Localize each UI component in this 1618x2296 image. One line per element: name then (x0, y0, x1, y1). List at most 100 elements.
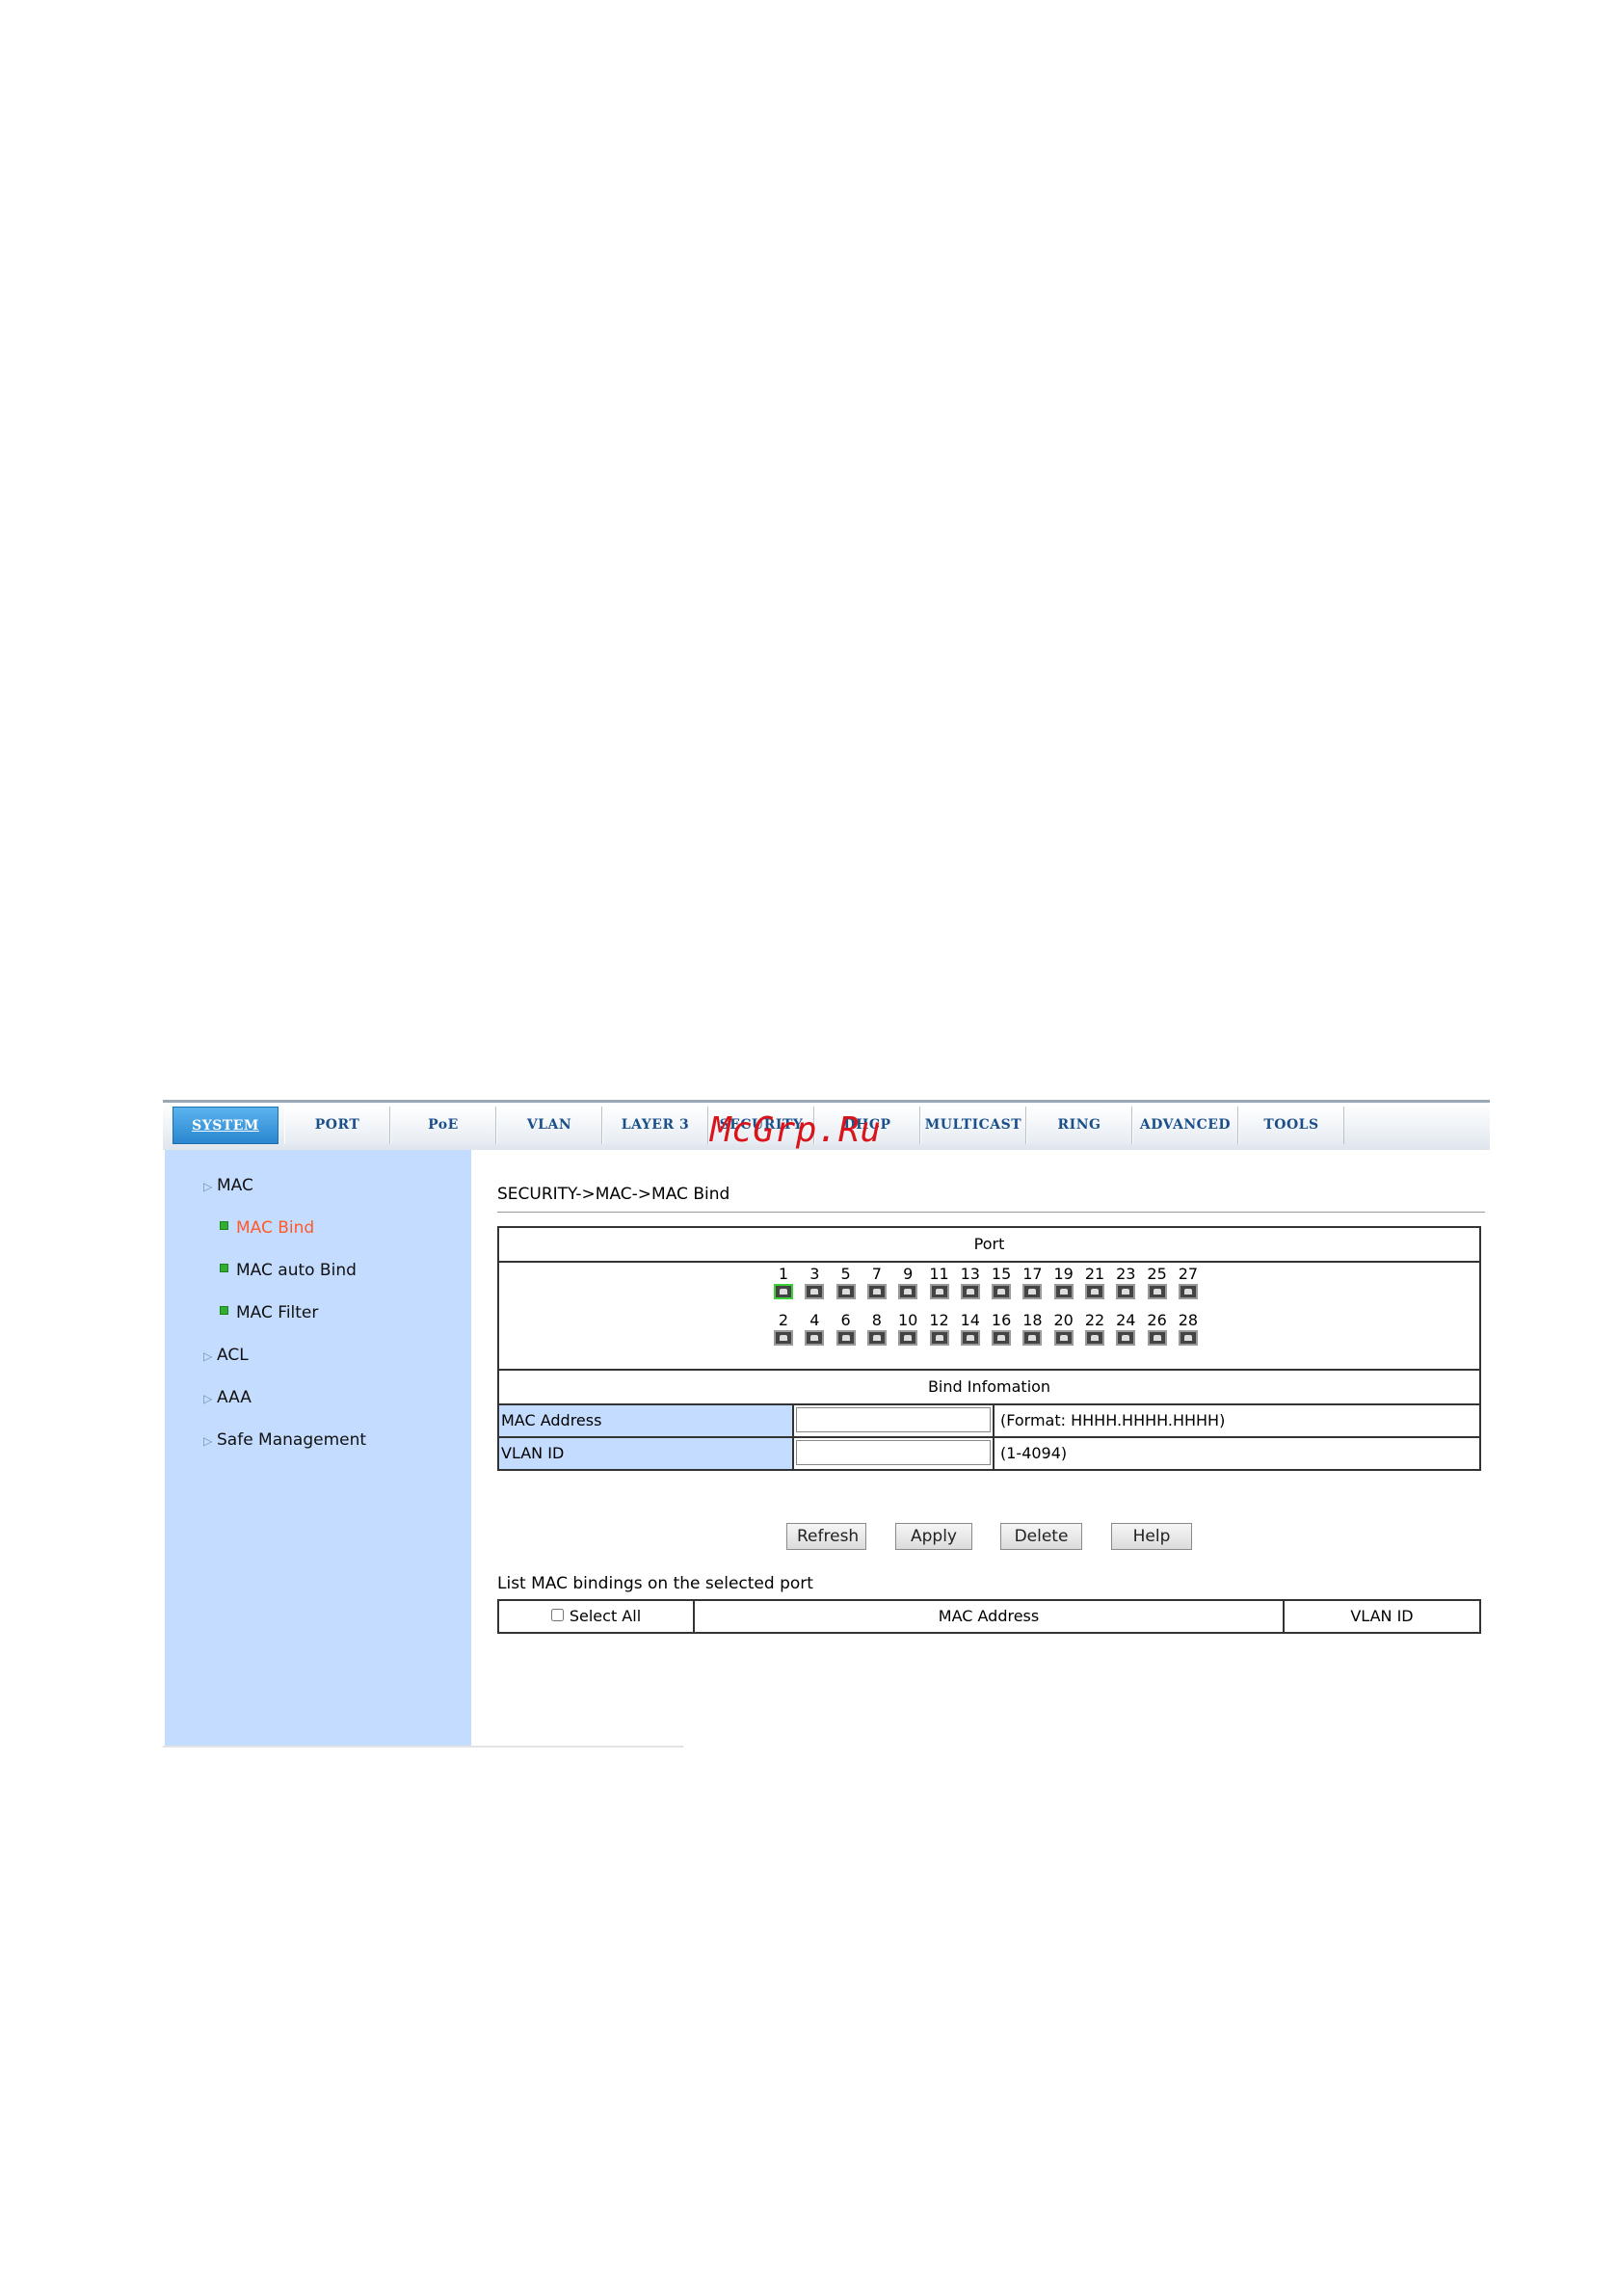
tab-multicast[interactable]: MULTICAST (920, 1107, 1026, 1144)
chevron-right-icon: ▷ (203, 1434, 213, 1448)
port-20[interactable]: 20 (1051, 1311, 1076, 1346)
ethernet-port-icon (1178, 1284, 1198, 1299)
port-1[interactable]: 1 (771, 1265, 796, 1299)
ethernet-port-icon (1022, 1330, 1043, 1346)
ethernet-port-icon (1053, 1330, 1074, 1346)
bindings-list-caption: List MAC bindings on the selected port (497, 1574, 813, 1593)
port-panel: Port 1 3 5 7 9 11 13 15 17 19 21 23 25 27 2 4 6 8 10 12 14 1… (497, 1226, 1481, 1369)
tab-poe[interactable]: PoE (390, 1107, 496, 1144)
sidebar-item-mac-auto-bind[interactable]: MAC auto Bind (220, 1261, 357, 1280)
ethernet-port-icon (1178, 1330, 1198, 1346)
port-16[interactable]: 16 (989, 1311, 1014, 1346)
port-19[interactable]: 19 (1051, 1265, 1076, 1299)
refresh-button[interactable]: Refresh (786, 1523, 866, 1550)
ethernet-port-icon (1116, 1284, 1136, 1299)
sidebar-item-mac-bind[interactable]: MAC Bind (220, 1218, 314, 1238)
port-number: 21 (1084, 1265, 1105, 1283)
port-number: 20 (1053, 1311, 1074, 1329)
sidebar-item-safe-management[interactable]: ▷ Safe Management (203, 1430, 366, 1450)
sidebar-item-acl[interactable]: ▷ ACL (203, 1346, 249, 1365)
watermark: McGrp.Ru (710, 1110, 882, 1150)
tab-advanced[interactable]: ADVANCED (1132, 1107, 1238, 1144)
select-all-checkbox[interactable] (550, 1609, 564, 1621)
port-13[interactable]: 13 (958, 1265, 983, 1299)
tab-system[interactable]: SYSTEM (172, 1107, 279, 1144)
port-28[interactable]: 28 (1176, 1311, 1201, 1346)
port-11[interactable]: 11 (927, 1265, 952, 1299)
sidebar-item-aaa[interactable]: ▷ AAA (203, 1388, 252, 1407)
port-27[interactable]: 27 (1176, 1265, 1201, 1299)
ethernet-port-icon (898, 1284, 918, 1299)
port-number: 18 (1022, 1311, 1043, 1329)
port-number: 1 (778, 1265, 789, 1283)
web-management-app: SYSTEM PORT PoE VLAN LAYER 3 SECURITY DH… (163, 1100, 1490, 1749)
square-bullet-icon (220, 1221, 228, 1230)
square-bullet-icon (220, 1264, 228, 1272)
ethernet-port-icon (929, 1330, 949, 1346)
delete-button[interactable]: Delete (1000, 1523, 1082, 1550)
sidebar-item-mac-filter[interactable]: MAC Filter (220, 1303, 318, 1322)
port-panel-title: Port (499, 1228, 1479, 1263)
chevron-right-icon: ▷ (203, 1392, 213, 1405)
port-22[interactable]: 22 (1082, 1311, 1107, 1346)
port-number: 9 (903, 1265, 914, 1283)
breadcrumb: SECURITY->MAC->MAC Bind (497, 1185, 730, 1204)
port-6[interactable]: 6 (834, 1311, 859, 1346)
port-23[interactable]: 23 (1113, 1265, 1138, 1299)
ethernet-port-icon (929, 1284, 949, 1299)
select-all-label: Select All (569, 1607, 642, 1625)
port-5[interactable]: 5 (834, 1265, 859, 1299)
port-10[interactable]: 10 (895, 1311, 920, 1346)
vlan-range-hint: (1-4094) (1000, 1444, 1068, 1462)
tab-ring[interactable]: RING (1026, 1107, 1132, 1144)
port-9[interactable]: 9 (895, 1265, 920, 1299)
ethernet-port-icon (1147, 1284, 1167, 1299)
port-17[interactable]: 17 (1020, 1265, 1045, 1299)
port-number: 15 (991, 1265, 1012, 1283)
mac-address-input[interactable] (796, 1407, 991, 1432)
port-7[interactable]: 7 (864, 1265, 889, 1299)
port-number: 5 (840, 1265, 851, 1283)
apply-button[interactable]: Apply (895, 1523, 972, 1550)
port-12[interactable]: 12 (927, 1311, 952, 1346)
tab-layer3[interactable]: LAYER 3 (602, 1107, 708, 1144)
ethernet-port-icon (1022, 1284, 1043, 1299)
ethernet-port-icon (805, 1284, 825, 1299)
port-number: 8 (871, 1311, 882, 1329)
vlan-id-input[interactable] (796, 1440, 991, 1465)
port-number: 11 (929, 1265, 949, 1283)
tab-vlan[interactable]: VLAN (496, 1107, 602, 1144)
sidebar-item-mac[interactable]: ▷ MAC (203, 1176, 253, 1195)
help-button[interactable]: Help (1111, 1523, 1192, 1550)
action-buttons: Refresh Apply Delete Help (786, 1523, 1192, 1550)
port-number: 25 (1147, 1265, 1167, 1283)
port-24[interactable]: 24 (1113, 1311, 1138, 1346)
port-number: 19 (1053, 1265, 1074, 1283)
port-26[interactable]: 26 (1145, 1311, 1170, 1346)
port-15[interactable]: 15 (989, 1265, 1014, 1299)
sidebar: ▷ MAC MAC Bind MAC auto Bind MAC Filter ▷… (165, 1150, 471, 1748)
sidebar-item-label: ACL (217, 1346, 249, 1365)
select-all-cell: Select All (499, 1601, 695, 1632)
port-number: 10 (898, 1311, 918, 1329)
port-21[interactable]: 21 (1082, 1265, 1107, 1299)
port-number: 16 (991, 1311, 1012, 1329)
port-14[interactable]: 14 (958, 1311, 983, 1346)
settings-panel: Port 1 3 5 7 9 11 13 15 17 19 21 23 25 27 2 4 6 8 10 12 14 1… (497, 1226, 1481, 1471)
tab-port[interactable]: PORT (284, 1107, 390, 1144)
port-25[interactable]: 25 (1145, 1265, 1170, 1299)
port-number: 14 (960, 1311, 980, 1329)
ethernet-port-icon (1085, 1330, 1104, 1346)
port-18[interactable]: 18 (1020, 1311, 1045, 1346)
vlan-id-row: VLAN ID (1-4094) (499, 1438, 1479, 1469)
port-number: 22 (1084, 1311, 1105, 1329)
bind-info-panel: Bind Infomation MAC Address (Format: HHH… (497, 1369, 1481, 1471)
port-4[interactable]: 4 (802, 1311, 827, 1346)
port-2[interactable]: 2 (771, 1311, 796, 1346)
tab-tools[interactable]: TOOLS (1238, 1107, 1344, 1144)
port-number: 17 (1022, 1265, 1043, 1283)
port-number: 12 (929, 1311, 949, 1329)
sidebar-item-label: Safe Management (217, 1430, 367, 1450)
port-8[interactable]: 8 (864, 1311, 889, 1346)
port-3[interactable]: 3 (802, 1265, 827, 1299)
